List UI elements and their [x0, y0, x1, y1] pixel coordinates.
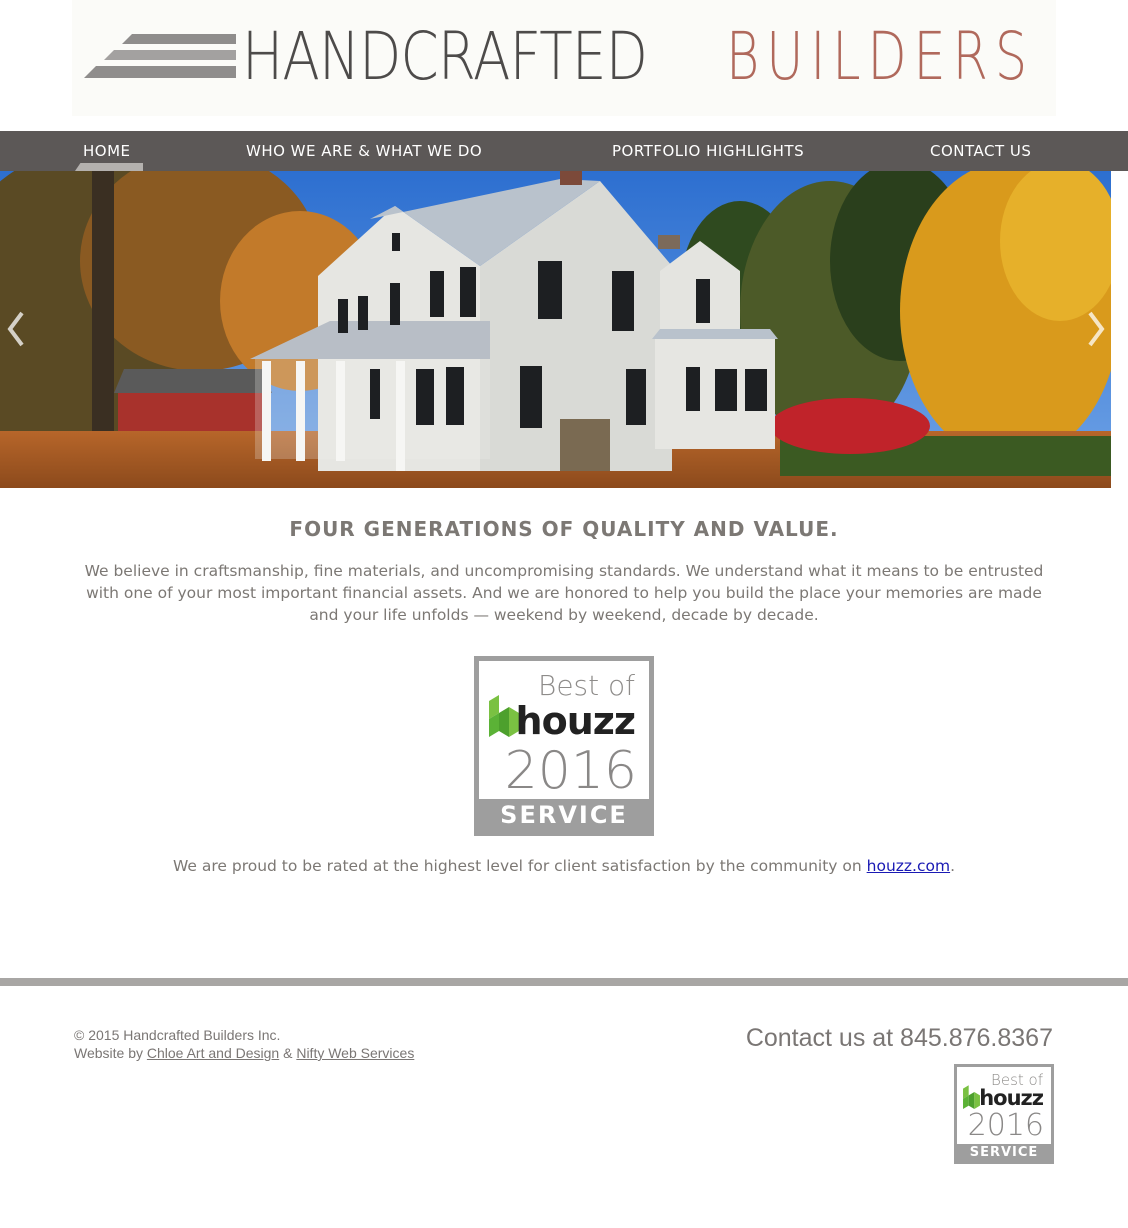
badge-panel: Best of houzz 2016	[479, 661, 649, 801]
footer-houzz-badge[interactable]: Best of houzz 2016 SERVICE	[954, 1064, 1054, 1164]
houzz-note: We are proud to be rated at the highest …	[0, 857, 1128, 875]
footer-contact: Contact us at 845.876.8367	[745, 1024, 1053, 1052]
houzz-note-end: .	[950, 857, 956, 875]
chevron-left-icon	[7, 311, 24, 347]
houzz-badge[interactable]: Best of houzz 2016 SERVICE	[474, 656, 654, 836]
logo-word-builders: BUILDERS	[726, 18, 1035, 95]
nav-item-portfolio[interactable]: PORTFOLIO HIGHLIGHTS	[612, 131, 804, 171]
badge-year: 2016	[504, 741, 637, 801]
badge-category-small: SERVICE	[969, 1145, 1039, 1160]
hero-slideshow	[0, 171, 1111, 488]
hero-next-button[interactable]	[1084, 309, 1108, 349]
site-logo[interactable]: HANDCRAFTED BUILDERS	[72, 0, 1056, 116]
footer-divider	[0, 978, 1128, 986]
footer-credit-line: Website by Chloe Art and Design & Nifty …	[74, 1044, 414, 1062]
houzz-link[interactable]: houzz.com	[867, 857, 950, 875]
credit-link-nifty[interactable]: Nifty Web Services	[296, 1045, 414, 1061]
badge-brand-small: houzz	[979, 1086, 1044, 1110]
hero-prev-button[interactable]	[4, 309, 28, 349]
badge-brand: houzz	[515, 699, 636, 743]
credit-link-chloe[interactable]: Chloe Art and Design	[147, 1045, 279, 1061]
footer-credits: © 2015 Handcrafted Builders Inc. Website…	[74, 1026, 414, 1062]
intro-paragraph: We believe in craftsmanship, fine materi…	[84, 562, 1044, 624]
nav-item-who-we-are[interactable]: WHO WE ARE & WHAT WE DO	[246, 131, 482, 171]
page-headline: FOUR GENERATIONS OF QUALITY AND VALUE.	[289, 517, 839, 541]
houzz-logo-icon	[963, 1085, 980, 1109]
main-nav: HOME WHO WE ARE & WHAT WE DO PORTFOLIO H…	[0, 131, 1128, 171]
houzz-logo-icon	[489, 695, 519, 737]
badge-year-small: 2016	[967, 1108, 1044, 1143]
badge-best-of: Best of	[537, 669, 635, 702]
credit-prefix: Website by	[74, 1045, 147, 1061]
houzz-note-text: We are proud to be rated at the highest …	[172, 857, 867, 875]
logo-stripes-icon	[84, 34, 236, 78]
logo-word-handcrafted: HANDCRAFTED	[242, 18, 648, 95]
chevron-right-icon	[1088, 311, 1105, 347]
nav-item-contact[interactable]: CONTACT US	[930, 131, 1031, 171]
hero-house-photo	[0, 171, 1111, 488]
badge-panel-small: Best of houzz 2016	[957, 1067, 1051, 1144]
credit-join: &	[279, 1045, 297, 1061]
footer-copyright: © 2015 Handcrafted Builders Inc.	[74, 1027, 281, 1043]
nav-item-home[interactable]: HOME	[83, 131, 131, 171]
badge-category: SERVICE	[500, 801, 628, 829]
